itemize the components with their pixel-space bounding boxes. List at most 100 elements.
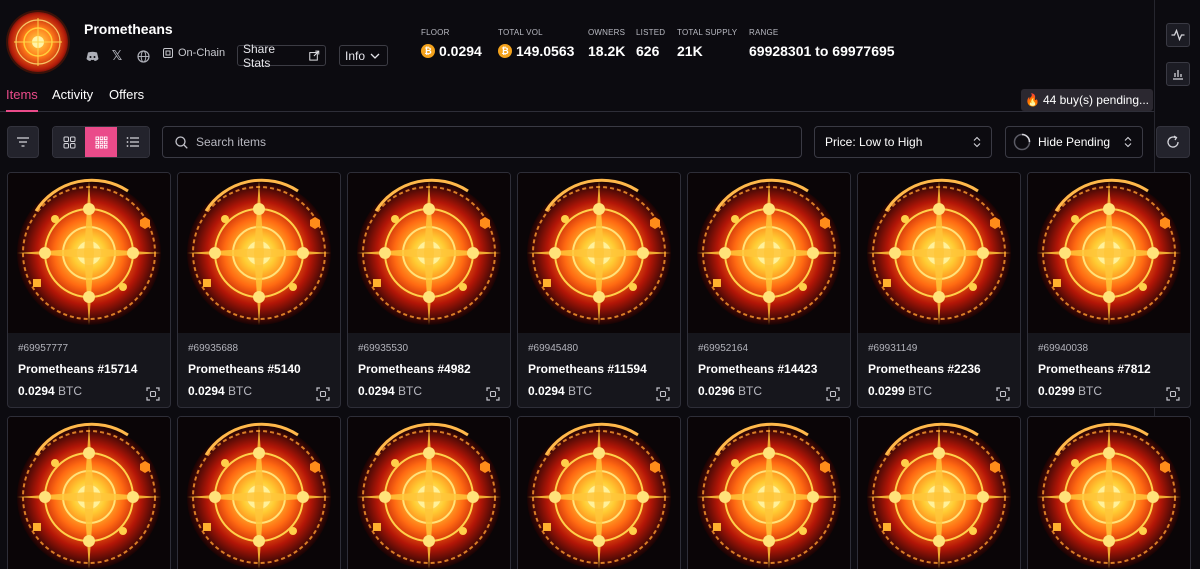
item-card[interactable]: #69935688 Prometheans #5140 0.0294 BTC xyxy=(177,172,341,408)
item-meta: #69952164 Prometheans #14423 0.0296 BTC xyxy=(688,333,850,407)
stat-label: RANGE xyxy=(749,28,779,37)
item-card[interactable] xyxy=(177,416,341,569)
stat-value: 69928301 to 69977695 xyxy=(749,43,895,59)
inscription-number: #69952164 xyxy=(698,343,749,354)
pending-buys-badge[interactable]: 🔥 44 buy(s) pending... xyxy=(1021,89,1154,111)
price-value: 0.0299 xyxy=(1038,384,1075,398)
item-price: 0.0294 BTC xyxy=(358,384,500,398)
share-stats-button[interactable]: Share Stats xyxy=(237,42,326,70)
filter-button[interactable] xyxy=(7,126,39,158)
stat-label: TOTAL VOL xyxy=(498,28,543,37)
bitcoin-icon: ₿ xyxy=(421,44,435,58)
item-card[interactable] xyxy=(687,416,851,569)
stat-value: 626 xyxy=(636,43,660,59)
item-card[interactable] xyxy=(857,416,1021,569)
item-name: Prometheans #14423 xyxy=(698,362,818,376)
stat-floor: FLOOR ₿ 0.0294 xyxy=(421,28,482,59)
item-price: 0.0296 BTC xyxy=(698,384,840,398)
list-view-button[interactable] xyxy=(117,127,149,157)
item-image[interactable] xyxy=(178,173,340,333)
search-icon xyxy=(175,135,188,149)
item-meta: #69945480 Prometheans #11594 0.0294 BTC xyxy=(518,333,680,407)
item-card[interactable]: #69935530 Prometheans #4982 0.0294 BTC xyxy=(347,172,511,408)
tab-offers[interactable]: Offers xyxy=(109,87,144,102)
item-image[interactable] xyxy=(518,417,680,569)
quick-view-icon[interactable] xyxy=(656,387,670,401)
item-meta: #69935688 Prometheans #5140 0.0294 BTC xyxy=(178,333,340,407)
sort-value: Price: Low to High xyxy=(825,135,923,149)
item-image[interactable] xyxy=(348,173,510,333)
quick-view-icon[interactable] xyxy=(1166,387,1180,401)
activity-chart-button[interactable] xyxy=(1166,23,1190,47)
quick-view-icon[interactable] xyxy=(146,387,160,401)
item-name: Prometheans #5140 xyxy=(188,362,301,376)
price-value: 0.0296 xyxy=(698,384,735,398)
item-meta: #69935530 Prometheans #4982 0.0294 BTC xyxy=(348,333,510,407)
item-card[interactable]: #69931149 Prometheans #2236 0.0299 BTC xyxy=(857,172,1021,408)
view-mode-toggle xyxy=(52,126,150,158)
price-value: 0.0294 xyxy=(358,384,395,398)
item-image[interactable] xyxy=(688,417,850,569)
item-image[interactable] xyxy=(178,417,340,569)
item-image[interactable] xyxy=(688,173,850,333)
discord-icon[interactable] xyxy=(84,46,100,66)
pulse-icon xyxy=(1171,29,1185,41)
hide-pending-select[interactable]: Hide Pending xyxy=(1005,126,1143,158)
on-chain-badge: On-Chain xyxy=(162,47,225,59)
item-image[interactable] xyxy=(858,173,1020,333)
chain-icon xyxy=(163,48,173,58)
item-price: 0.0299 BTC xyxy=(868,384,1010,398)
item-name: Prometheans #7812 xyxy=(1038,362,1151,376)
item-name: Prometheans #2236 xyxy=(868,362,981,376)
active-tab-indicator xyxy=(6,110,38,112)
item-card[interactable]: #69957777 Prometheans #15714 0.0294 BTC xyxy=(7,172,171,408)
search-input[interactable] xyxy=(196,135,756,149)
quick-view-icon[interactable] xyxy=(996,387,1010,401)
item-image[interactable] xyxy=(348,417,510,569)
item-image[interactable] xyxy=(1028,417,1190,569)
quick-view-icon[interactable] xyxy=(486,387,500,401)
info-dropdown[interactable]: Info xyxy=(339,45,388,66)
inscription-number: #69935688 xyxy=(188,343,239,354)
quick-view-icon[interactable] xyxy=(826,387,840,401)
item-card[interactable] xyxy=(347,416,511,569)
list-icon xyxy=(126,137,139,147)
item-image[interactable] xyxy=(8,417,170,569)
price-value: 0.0299 xyxy=(868,384,905,398)
x-icon[interactable]: 𝕏 xyxy=(110,46,124,66)
stat-label: LISTED xyxy=(636,28,666,37)
item-image[interactable] xyxy=(8,173,170,333)
hide-pending-label: Hide Pending xyxy=(1038,135,1111,149)
item-name: Prometheans #15714 xyxy=(18,362,138,376)
chevron-down-icon xyxy=(370,53,380,59)
share-stats-label: Share Stats xyxy=(243,41,276,70)
stat-total-supply: TOTAL SUPPLY 21K xyxy=(677,28,737,59)
item-price: 0.0294 BTC xyxy=(188,384,330,398)
tab-bar: Items Activity Offers xyxy=(0,84,1154,112)
item-card[interactable] xyxy=(1027,416,1191,569)
item-image[interactable] xyxy=(1028,173,1190,333)
item-card[interactable] xyxy=(517,416,681,569)
item-card[interactable]: #69940038 Prometheans #7812 0.0299 BTC xyxy=(1027,172,1191,408)
item-image[interactable] xyxy=(858,417,1020,569)
share-icon xyxy=(309,50,320,61)
quick-view-icon[interactable] xyxy=(316,387,330,401)
stat-owners: OWNERS 18.2K xyxy=(588,28,625,59)
stats-chart-button[interactable] xyxy=(1166,62,1190,86)
inscription-number: #69940038 xyxy=(1038,343,1089,354)
item-card[interactable] xyxy=(7,416,171,569)
stat-total-vol: TOTAL VOL ₿ 149.0563 xyxy=(498,28,574,59)
tab-activity[interactable]: Activity xyxy=(52,87,93,102)
sort-select[interactable]: Price: Low to High xyxy=(814,126,992,158)
info-label: Info xyxy=(345,48,366,63)
item-card[interactable]: #69945480 Prometheans #11594 0.0294 BTC xyxy=(517,172,681,408)
item-image[interactable] xyxy=(518,173,680,333)
tab-items[interactable]: Items xyxy=(6,87,38,102)
globe-icon[interactable] xyxy=(135,46,151,66)
item-card[interactable]: #69952164 Prometheans #14423 0.0296 BTC xyxy=(687,172,851,408)
stat-listed: LISTED 626 xyxy=(636,28,665,59)
large-grid-view-button[interactable] xyxy=(53,127,85,157)
small-grid-view-button[interactable] xyxy=(85,127,117,157)
on-chain-label: On-Chain xyxy=(178,47,226,59)
refresh-button[interactable] xyxy=(1156,126,1190,158)
